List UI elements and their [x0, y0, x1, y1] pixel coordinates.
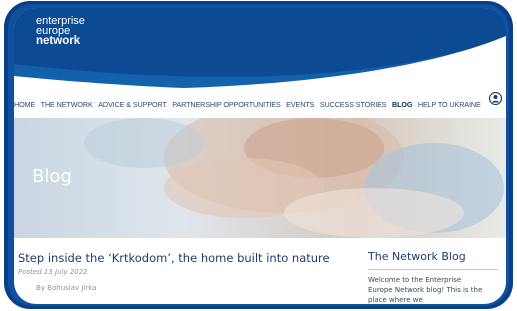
- user-account-icon[interactable]: [489, 92, 502, 105]
- nav-item-help-to-ukraine[interactable]: HELP TO UKRAINE: [418, 100, 481, 109]
- sidebar-intro-text: Welcome to the Enterprise Europe Network…: [368, 276, 483, 304]
- article-date: Posted 13 July 2022: [18, 268, 88, 276]
- sidebar-divider: [368, 269, 498, 270]
- hero-banner: Blog: [14, 118, 506, 238]
- nav-item-events[interactable]: EVENTS: [286, 100, 314, 109]
- main-nav: HOME THE NETWORK ADVICE & SUPPORT PARTNE…: [14, 94, 506, 114]
- article-title-link[interactable]: Step inside the ‘Krtkodom’, the home bui…: [18, 251, 330, 265]
- site-header: enterprise europe network: [14, 8, 506, 88]
- hands-together-image: [84, 118, 504, 238]
- nav-item-the-network[interactable]: THE NETWORK: [41, 100, 93, 109]
- nav-item-blog[interactable]: BLOG: [392, 100, 412, 109]
- nav-item-advice-support[interactable]: ADVICE & SUPPORT: [98, 100, 167, 109]
- nav-item-partnership-opportunities[interactable]: PARTNERSHIP OPPORTUNITIES: [172, 100, 281, 109]
- article-author: By Bohuslav Jirka: [36, 284, 97, 292]
- logo-line-3: network: [36, 35, 81, 47]
- sidebar-title: The Network Blog: [368, 250, 466, 263]
- nav-item-success-stories[interactable]: SUCCESS STORIES: [320, 100, 387, 109]
- site-logo[interactable]: enterprise europe network: [36, 16, 85, 47]
- nav-item-home[interactable]: HOME: [14, 100, 35, 109]
- browser-viewport: enterprise europe network HOME THE NETWO…: [14, 8, 506, 304]
- page-title: Blog: [32, 166, 72, 187]
